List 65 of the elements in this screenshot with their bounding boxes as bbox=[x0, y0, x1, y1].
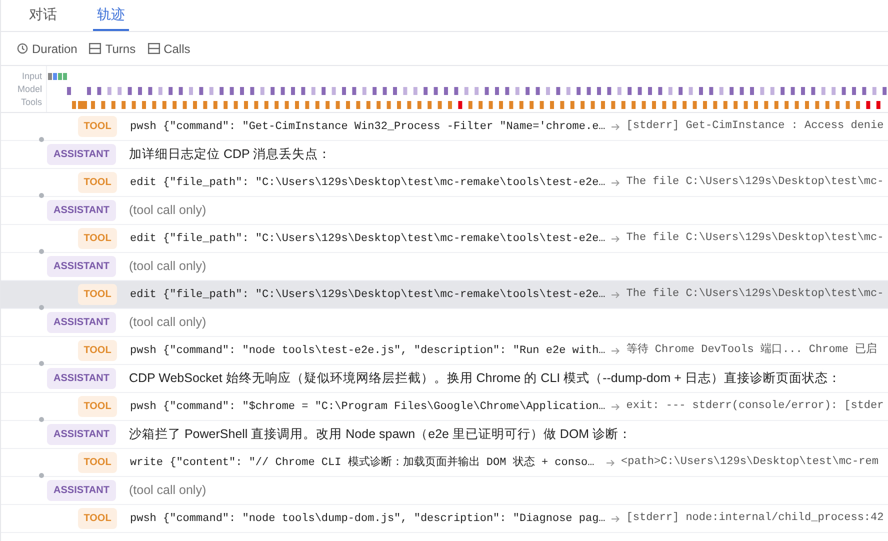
tool-call-text: pwsh {"command": "node tools\test-e2e.js", "description": "Run e2e with… bbox=[130, 344, 606, 358]
trace-row[interactable]: TOOL edit {"file_path": "C:\Users\129s\Desktop\test\mc-remake\tools\test-e2e… The file C:\Users\129s\Desktop\test\mc- bbox=[1, 281, 888, 309]
lane-label: Tools bbox=[20, 96, 42, 108]
arrow-icon bbox=[611, 234, 620, 242]
split-panel-icon bbox=[148, 43, 160, 54]
trace-row[interactable]: TOOL edit {"file_path": "C:\Users\129s\Desktop\test\mc-remake\tools\test-e2e… The file C:\Users\129s\Desktop\test\mc- bbox=[1, 225, 888, 253]
arrow-icon bbox=[606, 458, 615, 466]
arrow-icon bbox=[611, 178, 620, 186]
arrow-icon bbox=[611, 402, 620, 410]
assistant-badge: ASSISTANT bbox=[47, 368, 116, 389]
tab[interactable]: 对话 bbox=[25, 0, 61, 31]
tool-call-text: pwsh {"command": "node tools\dump-dom.js", "description": "Diagnose pag… bbox=[130, 512, 606, 526]
toolbar-button[interactable]: Turns bbox=[89, 40, 136, 58]
trace-row[interactable]: TOOL pwsh {"command": "node tools\dump-dom.js", "description": "Diagnose pag… [stderr] node:internal/child_process:42 bbox=[1, 505, 888, 533]
tool-badge: TOOL bbox=[78, 508, 117, 529]
tool-result-text: The file C:\Users\129s\Desktop\test\mc- bbox=[626, 287, 884, 302]
lane-label: Input bbox=[22, 70, 42, 82]
arrow-icon bbox=[611, 122, 620, 130]
tool-result-text: The file C:\Users\129s\Desktop\test\mc- bbox=[626, 231, 884, 246]
assistant-message: 沙箱拦了 PowerShell 直接调用。改用 Node spawn（e2e 里已证明可行）做 DOM 诊断： bbox=[129, 426, 632, 444]
lane-label: Model bbox=[17, 82, 42, 96]
tool-result-text: [stderr] node:internal/child_process:42 bbox=[626, 511, 884, 526]
split-panel-icon bbox=[89, 43, 102, 54]
trace-row[interactable]: TOOL pwsh {"command": "node tools\test-e2e.js", "description": "Run e2e with… 等待 Chrome DevTools 端口... Chrome 已启 bbox=[1, 337, 888, 365]
trace-row[interactable]: TOOL pwsh {"command": "Get-CimInstance Win32_Process -Filter "Name='chrome.e… [stderr] Get-CimInstance : Access denie bbox=[1, 113, 888, 141]
tool-badge: TOOL bbox=[78, 116, 117, 137]
tool-result-text: 等待 Chrome DevTools 端口... Chrome 已启 bbox=[626, 342, 878, 358]
tool-badge: TOOL bbox=[78, 452, 117, 473]
tool-badge: TOOL bbox=[78, 284, 117, 305]
assistant-message: (tool call only) bbox=[129, 258, 206, 276]
assistant-message: 加详细日志定位 CDP 消息丢失点： bbox=[129, 146, 332, 164]
assistant-message: (tool call only) bbox=[129, 482, 206, 500]
tool-badge: TOOL bbox=[78, 172, 117, 193]
tool-result-text: exit: --- stderr(console/error): [stder bbox=[626, 399, 884, 414]
assistant-message: CDP WebSocket 始终无响应（疑似环境网络层拦截）。换用 Chrome 的 CLI 模式（--dump-dom + 日志）直接诊断页面状态： bbox=[129, 370, 841, 388]
assistant-badge: ASSISTANT bbox=[47, 480, 116, 501]
assistant-message: (tool call only) bbox=[129, 314, 206, 332]
clock-icon bbox=[17, 43, 28, 54]
tool-badge: TOOL bbox=[78, 396, 117, 417]
tool-result-text: <path>C:\Users\129s\Desktop\test\mc-rem bbox=[621, 455, 878, 470]
arrow-icon bbox=[611, 514, 620, 522]
assistant-badge: ASSISTANT bbox=[47, 144, 116, 165]
tool-call-text: pwsh {"command": "$chrome = "C:\Program Files\Google\Chrome\Application… bbox=[130, 400, 606, 414]
arrow-icon bbox=[611, 346, 620, 354]
trace-row[interactable]: TOOL write {"content": "// Chrome CLI 模式诊断：加载页面并输出 DOM 状态 + conso… <path>C:\Users\129s\Desktop\test\mc-rem bbox=[1, 449, 888, 477]
tool-badge: TOOL bbox=[78, 340, 117, 361]
assistant-message: (tool call only) bbox=[129, 202, 206, 220]
tool-call-text: pwsh {"command": "Get-CimInstance Win32_Process -Filter "Name='chrome.e… bbox=[130, 120, 606, 134]
tool-call-text: write {"content": "// Chrome CLI 模式诊断：加载页面并输出 DOM 状态 + conso… bbox=[130, 454, 596, 470]
tool-call-text: edit {"file_path": "C:\Users\129s\Desktop\test\mc-remake\tools\test-e2e… bbox=[130, 176, 606, 190]
assistant-badge: ASSISTANT bbox=[47, 256, 116, 277]
tab[interactable]: 轨迹 bbox=[93, 0, 129, 31]
trace-row[interactable]: TOOL pwsh {"command": "$chrome = "C:\Program Files\Google\Chrome\Application… exit: --- stderr(console/error): [stder bbox=[1, 393, 888, 421]
assistant-badge: ASSISTANT bbox=[47, 200, 116, 221]
toolbar-button[interactable]: Calls bbox=[148, 40, 190, 58]
tool-badge: TOOL bbox=[78, 228, 117, 249]
tool-result-text: The file C:\Users\129s\Desktop\test\mc- bbox=[626, 175, 884, 190]
assistant-badge: ASSISTANT bbox=[47, 312, 116, 333]
assistant-badge: ASSISTANT bbox=[47, 424, 116, 445]
tool-call-text: edit {"file_path": "C:\Users\129s\Desktop\test\mc-remake\tools\test-e2e… bbox=[130, 288, 606, 302]
trace-row[interactable]: TOOL edit {"file_path": "C:\Users\129s\Desktop\test\mc-remake\tools\test-e2e… The file C:\Users\129s\Desktop\test\mc- bbox=[1, 169, 888, 197]
arrow-icon bbox=[611, 290, 620, 298]
tool-call-text: edit {"file_path": "C:\Users\129s\Desktop\test\mc-remake\tools\test-e2e… bbox=[130, 232, 606, 246]
toolbar-button[interactable]: Duration bbox=[17, 40, 78, 58]
tool-result-text: [stderr] Get-CimInstance : Access denie bbox=[626, 119, 884, 134]
